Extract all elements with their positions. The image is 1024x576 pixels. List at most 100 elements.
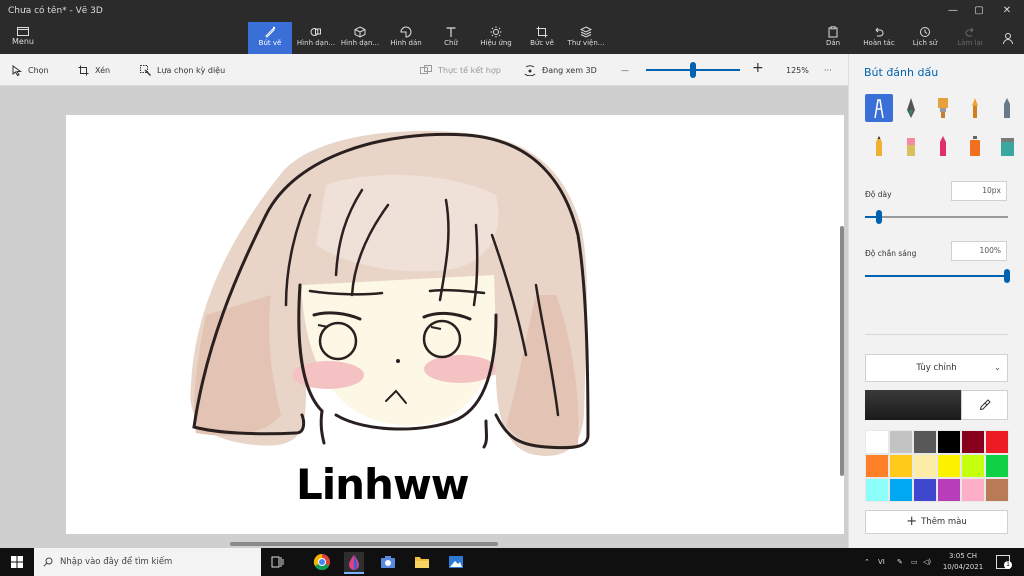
fill-bucket-brush[interactable] (993, 132, 1021, 160)
menu-button[interactable]: Menu (8, 24, 38, 46)
redo-label: Làm lại (957, 39, 983, 47)
sun-icon (490, 26, 502, 38)
tab-3d-shapes[interactable]: Hình dạn... (338, 22, 382, 54)
zoom-value[interactable]: 125% (786, 64, 809, 78)
oil-brush[interactable] (929, 94, 957, 122)
eyedropper-button[interactable] (961, 390, 1008, 420)
tab-brushes[interactable]: Bút vẽ (248, 22, 292, 54)
plus-icon: + (906, 514, 918, 529)
select-label: Chọn (28, 66, 49, 75)
language-indicator[interactable]: VI (878, 548, 885, 576)
tab-text[interactable]: Chữ (430, 22, 472, 54)
paste-button[interactable]: Dán (816, 22, 850, 54)
thickness-input[interactable]: 10px (951, 181, 1007, 201)
watercolor-brush[interactable] (961, 94, 989, 122)
custom-color-dropdown[interactable]: Tùy chỉnh ⌄ (865, 354, 1008, 382)
crop-button[interactable]: Xén (78, 64, 110, 78)
eraser-brush[interactable] (897, 132, 925, 160)
color-swatch[interactable] (985, 478, 1009, 502)
tab-stickers[interactable]: Hình dán (384, 22, 428, 54)
color-swatch[interactable] (961, 430, 985, 454)
pen-icon[interactable]: ✎ (897, 548, 903, 576)
color-swatch[interactable] (937, 430, 961, 454)
select-button[interactable]: Chọn (12, 64, 49, 78)
spray-can-icon (970, 136, 980, 156)
color-swatch[interactable] (913, 430, 937, 454)
volume-icon[interactable]: ◁) (923, 548, 931, 576)
color-swatch[interactable] (913, 478, 937, 502)
color-swatch[interactable] (961, 454, 985, 478)
color-swatch[interactable] (865, 478, 889, 502)
mixed-reality-button[interactable]: Thực tế kết hợp (420, 64, 501, 78)
text-icon (446, 27, 456, 37)
drawing-canvas[interactable]: Linhww (66, 115, 844, 534)
task-view-button[interactable] (268, 552, 288, 572)
user-avatar-button[interactable] (994, 22, 1022, 54)
maximize-button[interactable]: ▢ (964, 2, 994, 20)
tab-effects[interactable]: Hiệu ứng (474, 22, 518, 54)
photos-taskbar-button[interactable] (446, 552, 466, 572)
close-button[interactable]: ✕ (992, 2, 1022, 20)
crayon-brush[interactable] (929, 132, 957, 160)
tab-label: Bức vẽ (530, 39, 554, 47)
color-swatch[interactable] (937, 478, 961, 502)
chrome-taskbar-button[interactable] (312, 552, 332, 572)
title-bar: Chưa có tên* - Vẽ 3D — ▢ ✕ (0, 0, 1024, 22)
pixel-pen-icon (1004, 98, 1010, 118)
chevron-up-icon[interactable]: ⌃ (864, 548, 870, 576)
camera-taskbar-button[interactable] (378, 552, 398, 572)
history-button[interactable]: Lịch sử (904, 22, 946, 54)
clock[interactable]: 3:05 CH 10/04/2021 (938, 551, 988, 573)
file-explorer-taskbar-button[interactable] (412, 552, 432, 572)
calligraphy-pen-brush[interactable] (897, 94, 925, 122)
taskbar-search-box[interactable]: Nhập vào đây để tìm kiếm (34, 548, 261, 576)
color-swatch[interactable] (865, 430, 889, 454)
opacity-slider-fill (865, 275, 1008, 277)
view-3d-toggle[interactable]: Đang xem 3D (524, 64, 597, 78)
current-color-swatch[interactable] (865, 390, 961, 420)
tab-canvas[interactable]: Bức vẽ (520, 22, 564, 54)
thickness-slider-thumb[interactable] (876, 210, 883, 224)
horizontal-scrollbar[interactable] (230, 542, 498, 546)
marker-brush[interactable] (865, 94, 893, 122)
more-options-button[interactable]: ··· (824, 64, 832, 78)
tab-2d-shapes[interactable]: Hình dạn... (294, 22, 338, 54)
opacity-input[interactable]: 100% (951, 241, 1007, 261)
paste-label: Dán (825, 39, 841, 47)
color-swatch[interactable] (889, 478, 913, 502)
thickness-slider[interactable] (865, 216, 1008, 218)
zoom-slider-thumb[interactable] (690, 62, 696, 78)
color-swatch[interactable] (985, 430, 1009, 454)
magic-select-icon (140, 65, 151, 76)
color-palette (865, 430, 1009, 502)
clock-date: 10/04/2021 (942, 563, 984, 571)
color-swatch[interactable] (889, 454, 913, 478)
pencil-brush[interactable] (865, 132, 893, 160)
color-swatch[interactable] (961, 478, 985, 502)
color-swatch[interactable] (937, 454, 961, 478)
opacity-slider-thumb[interactable] (1004, 269, 1010, 283)
color-swatch[interactable] (985, 454, 1009, 478)
tool-bar: Chọn Xén Lựa chọn kỳ diệu Thực tế kết hợ… (0, 54, 848, 86)
start-button[interactable] (0, 548, 34, 576)
network-icon[interactable]: ▭ (911, 548, 918, 576)
magic-select-button[interactable]: Lựa chọn kỳ diệu (140, 64, 225, 78)
tab-label: Hình dạn... (296, 39, 336, 47)
taskbar: Nhập vào đây để tìm kiếm ⌃ VI ✎ ▭ ◁) 3:0… (0, 548, 1024, 576)
notification-center-button[interactable]: 1 (996, 555, 1012, 569)
undo-button[interactable]: Hoàn tác (858, 22, 900, 54)
color-swatch[interactable] (865, 454, 889, 478)
tab-3d-library[interactable]: Thư viện... (564, 22, 608, 54)
color-swatch[interactable] (889, 430, 913, 454)
cursor-icon (12, 65, 23, 77)
spray-can-brush[interactable] (961, 132, 989, 160)
watercolor-brush-icon (972, 98, 978, 118)
zoom-out-button[interactable]: — (621, 64, 629, 78)
add-color-button[interactable]: + Thêm màu (865, 510, 1008, 534)
zoom-in-button[interactable]: + (752, 61, 764, 75)
pixel-pen-brush[interactable] (993, 94, 1021, 122)
paint3d-taskbar-button[interactable] (344, 552, 364, 574)
color-swatch[interactable] (913, 454, 937, 478)
redo-button[interactable]: Làm lại (950, 22, 990, 54)
vertical-scrollbar[interactable] (840, 226, 844, 476)
